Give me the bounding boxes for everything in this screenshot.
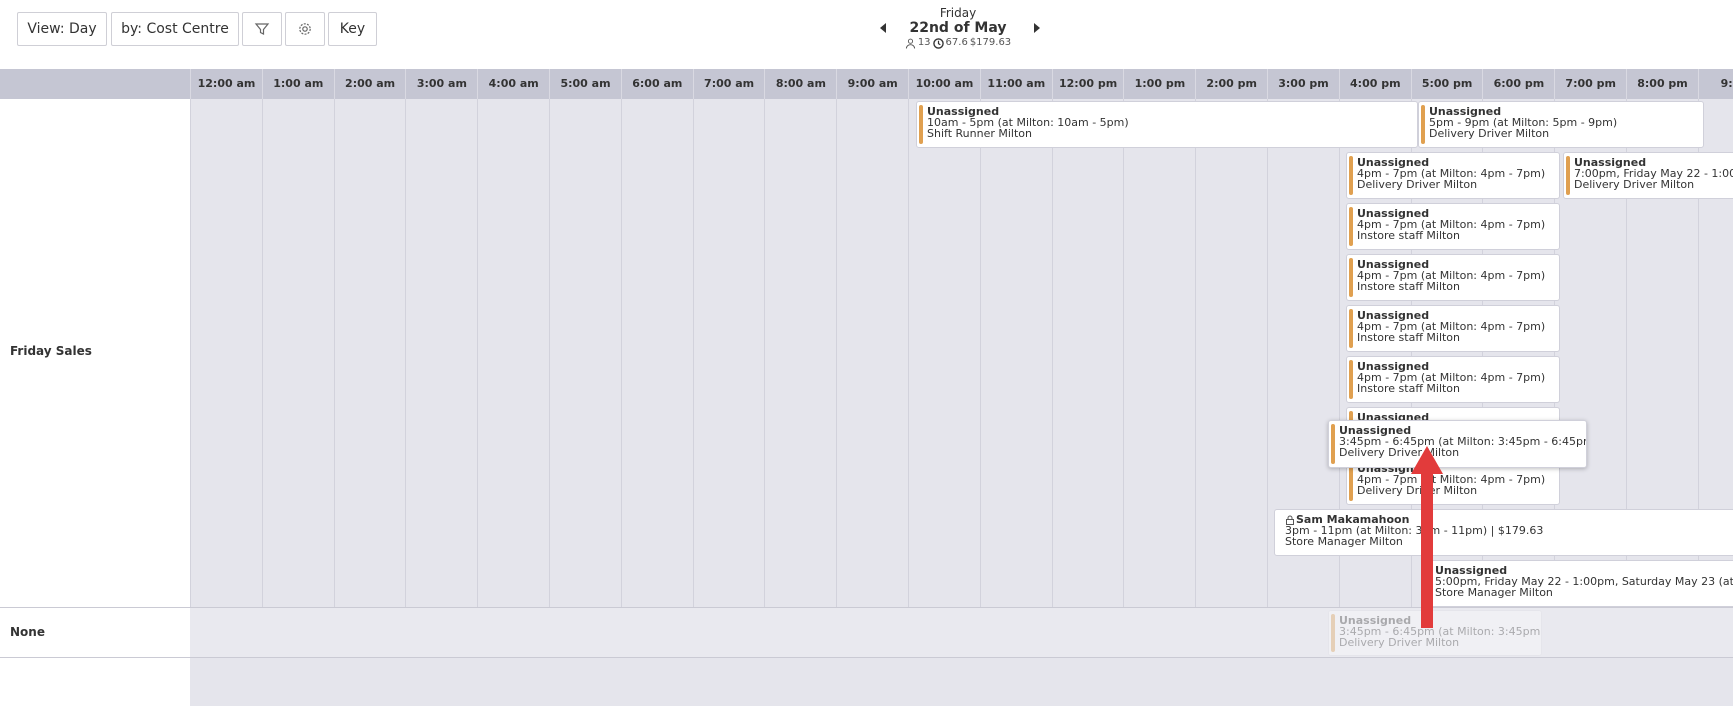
- time-label: 1:00 pm: [1123, 69, 1195, 99]
- time-label: 8:00 am: [764, 69, 836, 99]
- row-divider: [0, 607, 1733, 608]
- empty-grid-area: [190, 658, 1733, 706]
- row-label-friday-sales: Friday Sales: [10, 344, 92, 358]
- shift-role: Shift Runner Milton: [927, 127, 1032, 140]
- time-label: 4:00 pm: [1338, 69, 1411, 99]
- shift-role: Store Manager Milton: [1285, 535, 1403, 548]
- time-label: 11:00 am: [979, 69, 1052, 99]
- grid-line: [979, 99, 981, 657]
- time-label: 4:00 am: [477, 69, 549, 99]
- shift-role: Delivery Driver Milton: [1429, 127, 1550, 140]
- time-label: 7:00 am: [692, 69, 765, 99]
- shift-card[interactable]: Unassigned 3:45pm - 6:45pm (at Milton: 3:…: [1328, 610, 1542, 656]
- gear-icon: [299, 23, 311, 35]
- shift-role: Delivery Driver Milton: [1574, 178, 1695, 191]
- shift-card[interactable]: Unassigned 4pm - 7pm (at Milton: 4pm - 7p…: [1346, 305, 1560, 352]
- time-label: 5:00 am: [549, 69, 621, 99]
- shift-card[interactable]: Unassigned 10am - 5pm (at Milton: 10am - …: [916, 101, 1418, 148]
- grid-line: [405, 99, 407, 657]
- filter-icon: [254, 23, 270, 35]
- shift-card[interactable]: Sam Makamahoon 3pm - 11pm (at Milton: 3pm…: [1274, 509, 1733, 556]
- shift-card[interactable]: Unassigned 3:45pm - 6:45pm (at Milton: 3:…: [1328, 420, 1587, 468]
- shift-role: Delivery Driver Milton: [1357, 484, 1478, 497]
- time-label: 9:00 am: [836, 69, 908, 99]
- grid-line: [620, 99, 622, 657]
- time-label: 3:00 am: [405, 69, 477, 99]
- grid-line: [1338, 99, 1340, 657]
- time-label: 6:00 am: [620, 69, 693, 99]
- grid-line: [1051, 99, 1053, 657]
- grid-line: [1195, 99, 1197, 657]
- row-labels: Friday Sales None: [0, 99, 190, 706]
- total-hours: 67.6: [945, 37, 968, 48]
- grid-line: [549, 99, 550, 657]
- weekday-label: Friday: [939, 6, 977, 20]
- staff-count: 13: [917, 37, 931, 48]
- time-label: 12:00 pm: [1051, 69, 1124, 99]
- grid-line: [190, 99, 191, 657]
- group-by-button[interactable]: by: Cost Centre: [111, 12, 239, 46]
- time-label: 12:00 am: [190, 69, 262, 99]
- lock-icon: [1286, 515, 1294, 525]
- grid-line: [1123, 99, 1125, 657]
- time-label: 2:00 am: [333, 69, 406, 99]
- clock-icon: [932, 37, 944, 49]
- grid-line: [1267, 99, 1268, 657]
- view-day-button[interactable]: View: Day: [17, 12, 107, 46]
- time-label: 3:00 pm: [1267, 69, 1339, 99]
- shift-card[interactable]: Unassigned 5pm - 9pm (at Milton: 5pm - 9p…: [1418, 101, 1704, 148]
- grid-line: [692, 99, 694, 657]
- timeline-header: 12:00 am 1:00 am 2:00 am 3:00 am 4:00 am 5:00…: [0, 69, 1733, 99]
- date-navigator: Friday 22nd of May 13 67.6 $179.63: [868, 6, 1048, 54]
- grid-line: [261, 99, 263, 657]
- shift-role: Instore staff Milton: [1357, 331, 1461, 344]
- chevron-right-icon: [1034, 23, 1040, 33]
- grid-line: [836, 99, 838, 657]
- shift-role: Delivery Driver Milton: [1339, 446, 1460, 459]
- shift-role: Instore staff Milton: [1357, 229, 1461, 242]
- shift-role: Store Manager Milton: [1435, 586, 1553, 599]
- row-divider: [0, 657, 1733, 658]
- time-label: 1:00 am: [261, 69, 334, 99]
- date-label: 22nd of May: [909, 20, 1007, 36]
- shift-card[interactable]: Unassigned 4pm - 7pm (at Milton: 4pm - 7p…: [1346, 356, 1560, 403]
- shift-role: Instore staff Milton: [1357, 280, 1461, 293]
- day-stats: 13 67.6 $179.63: [868, 36, 1048, 50]
- shift-card[interactable]: Unassigned 4pm - 7pm (at Milton: 4pm - 7p…: [1346, 152, 1560, 199]
- shift-card[interactable]: Unassigned 4pm - 7pm (at Milton: 4pm - 7p…: [1346, 254, 1560, 301]
- shift-role: Instore staff Milton: [1357, 382, 1461, 395]
- shift-role: Delivery Driver Milton: [1339, 636, 1460, 649]
- key-button[interactable]: Key: [328, 12, 377, 46]
- toolbar: View: Day by: Cost Centre Key Friday 22n…: [0, 0, 1733, 68]
- filter-button[interactable]: [242, 12, 282, 46]
- shift-role: Delivery Driver Milton: [1357, 178, 1478, 191]
- grid-line: [477, 99, 479, 657]
- time-label: 10:00 am: [908, 69, 980, 99]
- grid-line: [333, 99, 335, 657]
- row-label-none: None: [10, 625, 45, 639]
- time-label: 5:00 pm: [1410, 69, 1483, 99]
- grid-line: [764, 99, 766, 657]
- time-label: 6:00 pm: [1482, 69, 1554, 99]
- shift-card[interactable]: Unassigned 7:00pm, Friday May 22 - 1:00a D…: [1563, 152, 1733, 199]
- total-cost: $179.63: [969, 37, 1012, 48]
- time-label: 7:00 pm: [1554, 69, 1626, 99]
- time-label: 2:00 pm: [1195, 69, 1267, 99]
- grid-line: [908, 99, 909, 657]
- shift-card[interactable]: Unassigned 5:00pm, Friday May 22 - 1:00pm…: [1424, 560, 1733, 607]
- person-icon: [905, 38, 915, 49]
- settings-button[interactable]: [285, 12, 325, 46]
- time-label: 9:00: [1697, 69, 1733, 99]
- time-label: 8:00 pm: [1626, 69, 1698, 99]
- shift-card[interactable]: Unassigned 4pm - 7pm (at Milton: 4pm - 7p…: [1346, 203, 1560, 250]
- next-day-button[interactable]: [1031, 20, 1043, 34]
